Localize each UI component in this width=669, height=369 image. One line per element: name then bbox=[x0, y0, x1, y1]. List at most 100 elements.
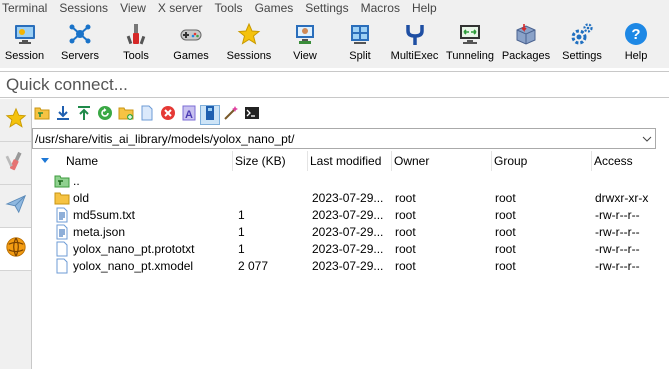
menu-tools[interactable]: Tools bbox=[211, 1, 251, 15]
file-name: meta.json bbox=[73, 225, 126, 239]
gamepad-icon bbox=[178, 21, 204, 47]
new-file-icon bbox=[139, 105, 155, 126]
file-owner: root bbox=[395, 208, 416, 222]
menu-settings[interactable]: Settings bbox=[301, 1, 356, 15]
table-row[interactable]: yolox_nano_pt.xmodel 2 077 2023-07-29...… bbox=[32, 258, 669, 275]
view-button[interactable]: View bbox=[277, 16, 333, 68]
folder-icon bbox=[54, 190, 70, 206]
file-name: md5sum.txt bbox=[73, 208, 136, 222]
side-tab-sftp[interactable] bbox=[0, 228, 31, 271]
remote-path-value: /usr/share/vitis_ai_library/models/yolox… bbox=[35, 131, 295, 146]
tunneling-icon bbox=[457, 21, 483, 47]
servers-button[interactable]: Servers bbox=[49, 16, 111, 68]
table-row[interactable]: meta.json 1 2023-07-29... root root -rw-… bbox=[32, 224, 669, 241]
file-modified: 2023-07-29... bbox=[312, 208, 384, 222]
file-owner: root bbox=[395, 225, 416, 239]
menu-macros[interactable]: Macros bbox=[357, 1, 408, 15]
multiexec-button[interactable]: MultiExec bbox=[387, 16, 442, 68]
file-owner: root bbox=[395, 242, 416, 256]
download-arrow-icon bbox=[55, 105, 71, 126]
split-button[interactable]: Split bbox=[333, 16, 387, 68]
side-tabs bbox=[0, 99, 32, 369]
table-row[interactable]: .. bbox=[32, 173, 669, 190]
new-folder-button[interactable] bbox=[116, 105, 136, 125]
follow-terminal-folder-button[interactable] bbox=[200, 105, 220, 125]
tools-icon bbox=[123, 21, 149, 47]
upload-button[interactable] bbox=[74, 105, 94, 125]
magic-wand-icon bbox=[223, 105, 239, 126]
file-access: -rw-r--r-- bbox=[595, 259, 640, 273]
side-tab-tools[interactable] bbox=[0, 142, 31, 185]
menu-sessions[interactable]: Sessions bbox=[55, 1, 116, 15]
table-row[interactable]: yolox_nano_pt.prototxt 1 2023-07-29... r… bbox=[32, 241, 669, 258]
column-header-group[interactable]: Group bbox=[491, 151, 591, 171]
help-button[interactable]: ? Help bbox=[610, 16, 662, 68]
file-size: 1 bbox=[238, 242, 245, 256]
settings-button[interactable]: Settings bbox=[554, 16, 610, 68]
terminal-icon bbox=[244, 105, 260, 126]
star-icon bbox=[236, 21, 262, 47]
rename-button[interactable]: A bbox=[179, 105, 199, 125]
terminal-button[interactable] bbox=[242, 105, 262, 125]
file-group: root bbox=[495, 191, 516, 205]
text-file-icon bbox=[54, 224, 70, 240]
column-header-size[interactable]: Size (KB) bbox=[232, 151, 306, 171]
menu-help[interactable]: Help bbox=[408, 1, 445, 15]
side-tab-sessions[interactable] bbox=[0, 99, 31, 142]
refresh-button[interactable] bbox=[95, 105, 115, 125]
star-icon bbox=[5, 107, 27, 134]
column-header-name[interactable]: Name bbox=[60, 151, 232, 171]
file-modified: 2023-07-29... bbox=[312, 191, 384, 205]
file-modified: 2023-07-29... bbox=[312, 242, 384, 256]
sessions-button[interactable]: Sessions bbox=[221, 16, 277, 68]
menu-view[interactable]: View bbox=[116, 1, 154, 15]
table-row[interactable]: old 2023-07-29... root root drwxr-xr-x bbox=[32, 190, 669, 207]
new-file-button[interactable] bbox=[137, 105, 157, 125]
menu-games[interactable]: Games bbox=[251, 1, 302, 15]
refresh-icon bbox=[97, 105, 113, 126]
sftp-toolbar: A bbox=[32, 105, 263, 125]
games-button[interactable]: Games bbox=[161, 16, 221, 68]
session-button[interactable]: Session bbox=[0, 16, 49, 68]
tools-button[interactable]: Tools bbox=[111, 16, 161, 68]
column-header-access[interactable]: Access bbox=[591, 151, 669, 171]
parent-folder-icon bbox=[54, 173, 70, 189]
packages-button[interactable]: Packages bbox=[498, 16, 554, 68]
help-icon: ? bbox=[623, 21, 649, 47]
parent-dir-button[interactable] bbox=[32, 105, 52, 125]
magic-wand-button[interactable] bbox=[221, 105, 241, 125]
menu-x-server[interactable]: X server bbox=[154, 1, 211, 15]
delete-button[interactable] bbox=[158, 105, 178, 125]
file-name: yolox_nano_pt.xmodel bbox=[73, 259, 194, 273]
menu-bar: Terminal Sessions View X server Tools Ga… bbox=[0, 0, 669, 16]
svg-text:A: A bbox=[185, 109, 193, 121]
tools-icon bbox=[5, 150, 27, 177]
svg-text:?: ? bbox=[631, 26, 640, 43]
side-tab-macros[interactable] bbox=[0, 185, 31, 228]
tunneling-button[interactable]: Tunneling bbox=[442, 16, 498, 68]
download-button[interactable] bbox=[53, 105, 73, 125]
file-modified: 2023-07-29... bbox=[312, 259, 384, 273]
follow-folder-icon bbox=[203, 105, 217, 126]
file-icon bbox=[54, 241, 70, 257]
file-access: -rw-r--r-- bbox=[595, 225, 640, 239]
menu-terminal[interactable]: Terminal bbox=[0, 1, 55, 15]
table-row[interactable]: md5sum.txt 1 2023-07-29... root root -rw… bbox=[32, 207, 669, 224]
text-file-icon bbox=[54, 207, 70, 223]
file-group: root bbox=[495, 225, 516, 239]
file-size bbox=[238, 190, 304, 207]
sort-indicator[interactable] bbox=[32, 151, 58, 171]
quick-connect-input[interactable] bbox=[0, 72, 669, 97]
file-size: 1 bbox=[238, 225, 245, 239]
file-size: 2 077 bbox=[238, 259, 269, 273]
chevron-down-icon[interactable] bbox=[639, 136, 655, 142]
file-group: root bbox=[495, 208, 516, 222]
view-monitor-icon bbox=[292, 21, 318, 47]
remote-path-field[interactable]: /usr/share/vitis_ai_library/models/yolox… bbox=[32, 128, 656, 149]
column-header-owner[interactable]: Owner bbox=[391, 151, 491, 171]
column-header-modified[interactable]: Last modified bbox=[307, 151, 391, 171]
file-modified: 2023-07-29... bbox=[312, 225, 384, 239]
quick-connect-bar bbox=[0, 71, 669, 98]
multiexec-fork-icon bbox=[402, 21, 428, 47]
file-access: -rw-r--r-- bbox=[595, 242, 640, 256]
